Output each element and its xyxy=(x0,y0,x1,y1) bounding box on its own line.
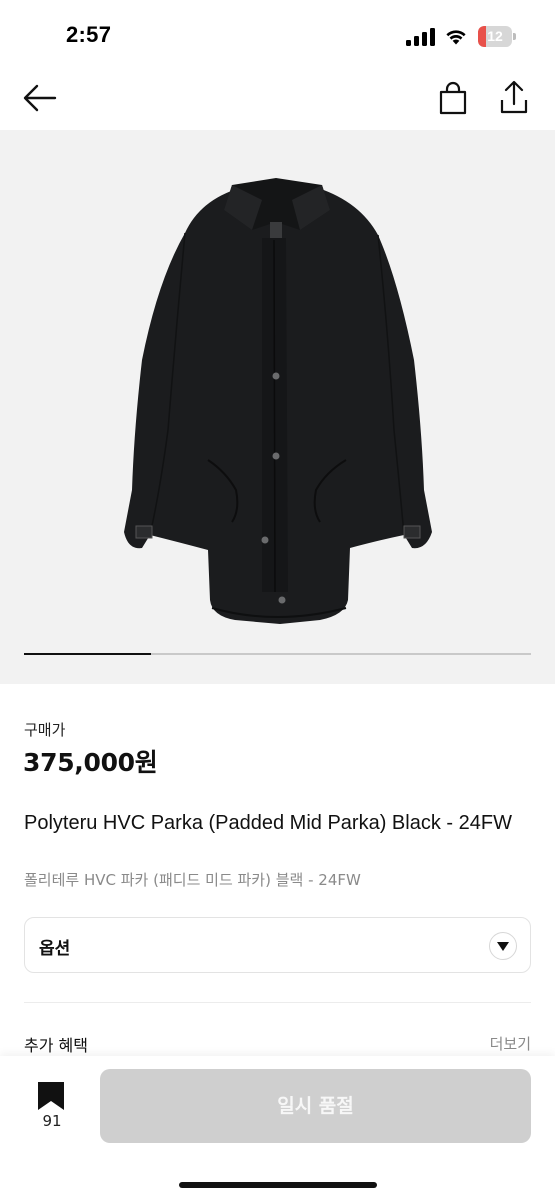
additional-benefits-title: 추가 혜택 xyxy=(24,1036,88,1055)
sold-out-button[interactable]: 일시 품절 xyxy=(100,1069,531,1143)
gallery-progress-indicator xyxy=(24,653,531,655)
share-icon xyxy=(500,80,528,114)
price: 375,000원 xyxy=(23,748,158,777)
product-title: Polyteru HVC Parka (Padded Mid Parka) Bl… xyxy=(24,812,512,834)
section-divider xyxy=(24,1002,531,1003)
price-label: 구매가 xyxy=(24,721,66,739)
shopping-bag-icon xyxy=(439,81,467,115)
status-time: 2:57 xyxy=(66,22,112,47)
arrow-left-icon xyxy=(23,84,57,112)
status-bar: 2:57 12 xyxy=(0,0,555,68)
more-link[interactable]: 더보기 xyxy=(490,1033,531,1054)
back-button[interactable] xyxy=(22,82,58,114)
cellular-signal-icon xyxy=(406,28,435,46)
option-label: 옵션 xyxy=(39,939,71,959)
battery-icon: 12 xyxy=(478,26,516,47)
product-image-gallery[interactable] xyxy=(0,130,555,684)
bottom-action-bar: 91 일시 품절 xyxy=(0,1056,555,1200)
bookmark-icon xyxy=(38,1082,64,1110)
dropdown-button[interactable] xyxy=(489,932,517,960)
top-navigation xyxy=(0,70,555,130)
chevron-down-icon xyxy=(497,942,509,951)
share-button[interactable] xyxy=(498,78,530,116)
bookmark-count: 91 xyxy=(42,1112,62,1130)
product-image xyxy=(124,178,432,624)
bookmark-button[interactable]: 91 xyxy=(30,1078,74,1140)
option-selector[interactable]: 옵션 xyxy=(24,917,531,973)
shopping-bag-button[interactable] xyxy=(436,80,470,116)
battery-level: 12 xyxy=(487,28,503,44)
wifi-icon xyxy=(446,30,466,45)
product-subtitle: 폴리테루 HVC 파카 (패디드 미드 파카) 블랙 - 24FW xyxy=(24,871,361,889)
home-indicator xyxy=(179,1182,377,1188)
